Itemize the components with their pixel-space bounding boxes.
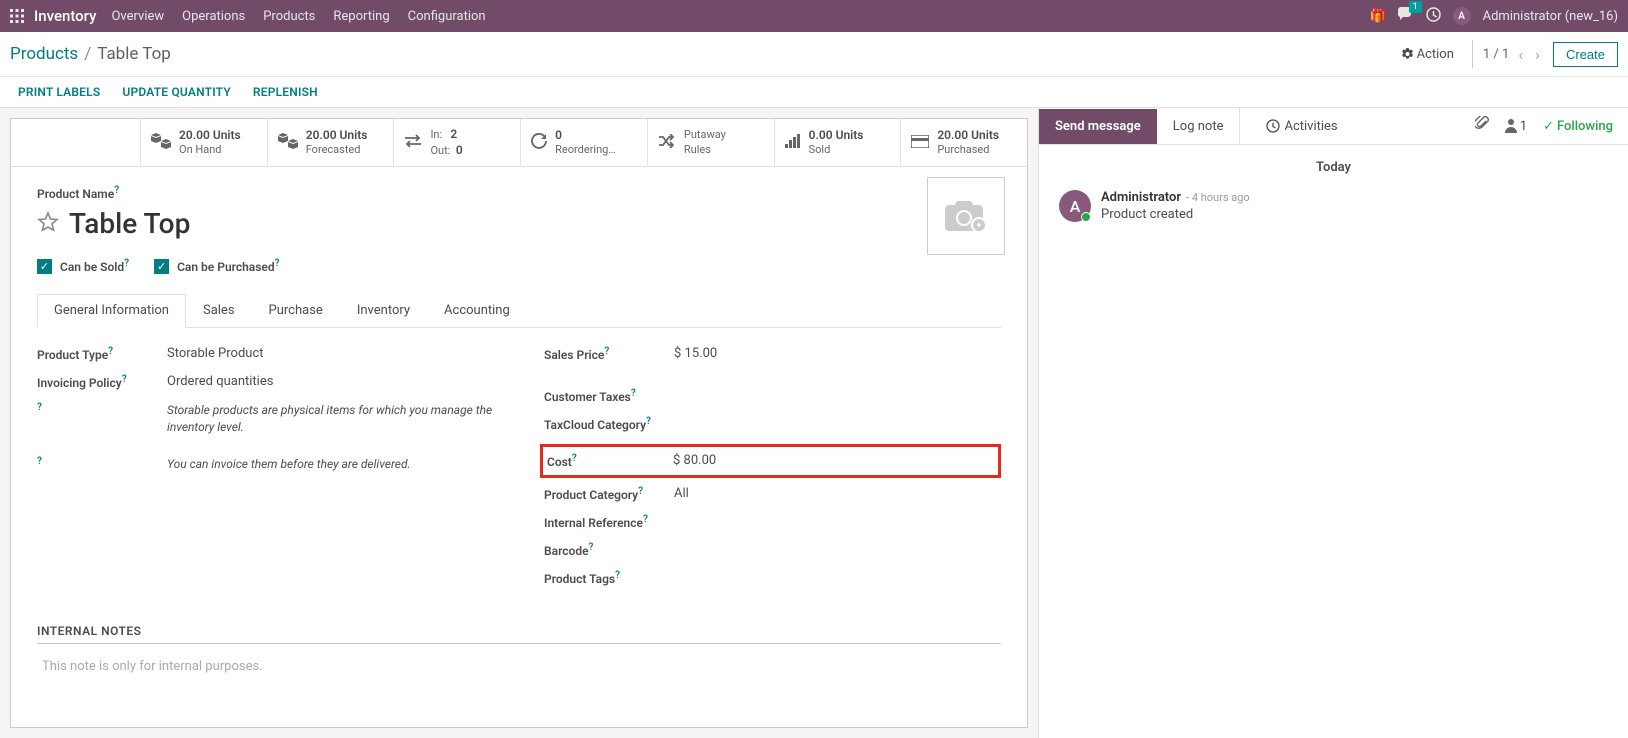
cubes-icon: [278, 133, 298, 153]
breadcrumb-products[interactable]: Products: [10, 44, 78, 64]
favorite-star-icon[interactable]: [37, 211, 59, 237]
help-icon[interactable]: ?: [643, 514, 648, 525]
cost-value[interactable]: $ 80.00: [673, 453, 994, 469]
arrows-icon: [404, 133, 422, 152]
refresh-icon: [531, 133, 547, 153]
help-icon[interactable]: ?: [631, 388, 636, 399]
messaging-icon[interactable]: 1: [1398, 7, 1414, 25]
following-button[interactable]: ✓ Following: [1543, 119, 1613, 134]
action-button[interactable]: Action: [1393, 43, 1462, 66]
attachment-icon[interactable]: [1475, 116, 1489, 136]
product-name-label: Product Name: [37, 187, 114, 201]
pager: 1 / 1 ‹ ›: [1483, 45, 1543, 64]
stat-in-out[interactable]: In: 2Out: 0: [394, 119, 521, 166]
help-icon[interactable]: ?: [646, 416, 651, 427]
can-be-purchased-checkbox[interactable]: ✓: [154, 259, 169, 274]
user-name[interactable]: Administrator (new_16): [1483, 9, 1618, 24]
product-title[interactable]: Table Top: [69, 207, 190, 240]
taxcloud-label: TaxCloud Category: [544, 418, 646, 432]
message-avatar: A: [1059, 190, 1091, 222]
product-tags-label: Product Tags: [544, 572, 615, 586]
replenish-button[interactable]: REPLENISH: [253, 85, 318, 99]
menu-operations[interactable]: Operations: [182, 9, 245, 24]
update-quantity-button[interactable]: UPDATE QUANTITY: [122, 85, 231, 99]
product-category-value[interactable]: All: [674, 486, 1001, 501]
help-icon[interactable]: ?: [114, 185, 119, 196]
menu-overview[interactable]: Overview: [111, 9, 164, 24]
tab-sales[interactable]: Sales: [186, 294, 252, 327]
help-icon[interactable]: ?: [37, 402, 42, 413]
send-message-button[interactable]: Send message: [1039, 109, 1157, 144]
cost-highlight: Cost? $ 80.00: [540, 444, 1001, 478]
apps-icon[interactable]: [10, 9, 24, 23]
product-type-value[interactable]: Storable Product: [167, 346, 494, 361]
internal-ref-label: Internal Reference: [544, 516, 643, 530]
invoicing-policy-label: Invoicing Policy: [37, 376, 122, 390]
product-category-label: Product Category: [544, 488, 638, 502]
sales-price-label: Sales Price: [544, 348, 604, 362]
breadcrumb-active: Table Top: [97, 44, 171, 64]
user-avatar[interactable]: A: [1453, 7, 1471, 25]
create-button[interactable]: Create: [1553, 42, 1618, 67]
customer-taxes-label: Customer Taxes: [544, 390, 631, 404]
help-icon[interactable]: ?: [124, 258, 129, 269]
stat-on-hand[interactable]: 20.00 UnitsOn Hand: [141, 119, 268, 166]
print-labels-button[interactable]: PRINT LABELS: [18, 85, 100, 99]
help-icon[interactable]: ?: [589, 542, 594, 553]
pager-next-icon[interactable]: ›: [1532, 45, 1543, 64]
cost-label: Cost: [547, 455, 572, 469]
pager-prev-icon[interactable]: ‹: [1515, 45, 1526, 64]
internal-notes-input[interactable]: This note is only for internal purposes.: [37, 644, 1001, 689]
clock-icon[interactable]: [1426, 7, 1441, 26]
barcode-label: Barcode: [544, 544, 589, 558]
random-icon: [658, 133, 676, 152]
followers-count[interactable]: 1: [1505, 119, 1527, 134]
tab-purchase[interactable]: Purchase: [252, 294, 340, 327]
day-separator: Today: [1059, 160, 1608, 175]
help-icon[interactable]: ?: [37, 456, 42, 467]
message-author[interactable]: Administrator: [1101, 190, 1181, 205]
stat-putaway[interactable]: PutawayRules: [648, 119, 775, 166]
messaging-badge: 1: [1409, 1, 1422, 13]
help-icon[interactable]: ?: [604, 346, 609, 357]
stat-forecasted[interactable]: 20.00 UnitsForecasted: [268, 119, 395, 166]
help-icon[interactable]: ?: [615, 570, 620, 581]
help-icon[interactable]: ?: [638, 486, 643, 497]
breadcrumb: Products / Table Top: [0, 44, 171, 64]
menu-reporting[interactable]: Reporting: [333, 9, 389, 24]
presence-dot: [1081, 212, 1091, 222]
stat-reordering[interactable]: 0Reordering…: [521, 119, 648, 166]
menu-configuration[interactable]: Configuration: [408, 9, 486, 24]
tab-accounting[interactable]: Accounting: [427, 294, 527, 327]
help-icon[interactable]: ?: [108, 346, 113, 357]
gift-icon[interactable]: 🎁: [1369, 9, 1385, 24]
message-body: Product created: [1101, 207, 1608, 222]
card-icon: [911, 133, 929, 152]
invoicing-policy-value[interactable]: Ordered quantities: [167, 374, 494, 389]
sales-price-value[interactable]: $ 15.00: [674, 346, 1001, 361]
product-image-placeholder[interactable]: [927, 177, 1005, 255]
stat-purchased[interactable]: 20.00 UnitsPurchased: [901, 119, 1027, 166]
stat-sold[interactable]: 0.00 UnitsSold: [775, 119, 902, 166]
can-be-sold-checkbox[interactable]: ✓: [37, 259, 52, 274]
message-time: - 4 hours ago: [1186, 191, 1250, 204]
clock-icon: [1266, 119, 1280, 133]
help-icon[interactable]: ?: [275, 258, 280, 269]
tab-inventory[interactable]: Inventory: [340, 294, 427, 327]
help-icon[interactable]: ?: [122, 374, 127, 385]
log-note-button[interactable]: Log note: [1157, 109, 1240, 144]
chart-icon: [785, 133, 801, 152]
activities-button[interactable]: Activities: [1250, 109, 1353, 144]
help-text: Storable products are physical items for…: [167, 402, 494, 436]
product-type-label: Product Type: [37, 348, 108, 362]
help-text: You can invoice them before they are del…: [167, 456, 494, 473]
menu-products[interactable]: Products: [263, 9, 315, 24]
help-icon[interactable]: ?: [572, 453, 577, 464]
app-name[interactable]: Inventory: [34, 7, 96, 25]
tab-general-information[interactable]: General Information: [37, 294, 186, 328]
cubes-icon: [151, 133, 171, 153]
internal-notes-heading: INTERNAL NOTES: [37, 624, 1001, 644]
